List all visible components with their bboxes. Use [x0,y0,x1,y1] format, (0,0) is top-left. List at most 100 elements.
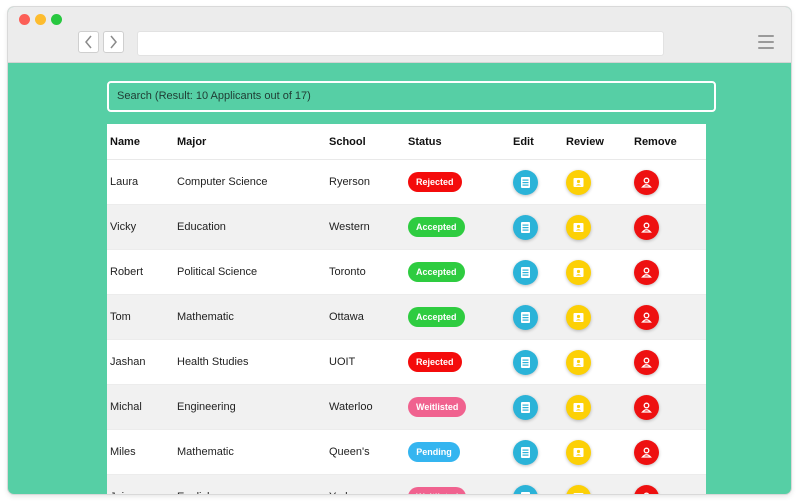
edit-cell [510,249,563,295]
edit-cell [510,294,563,340]
remove-button[interactable] [634,394,659,420]
review-button[interactable] [566,439,591,465]
minimize-window-button[interactable] [35,14,46,25]
review-cell [563,339,631,385]
edit-cell [510,384,563,430]
hamburger-menu-icon[interactable] [758,35,774,49]
review-cell [563,474,631,494]
status-badge: Rejected [408,352,462,372]
edit-button[interactable] [513,439,538,465]
review-button[interactable] [566,349,591,375]
review-button[interactable] [566,484,591,494]
edit-cell [510,339,563,385]
review-cell [563,204,631,250]
applicant-name: Tom [107,294,174,340]
table-row: Michal Engineering Waterloo Weitlisted [107,384,706,430]
applicant-school: York [326,474,405,494]
edit-button[interactable] [513,259,538,285]
review-cell [563,429,631,475]
remove-button[interactable] [634,214,659,240]
applicant-school: Queen's [326,429,405,475]
applicant-name: Miles [107,429,174,475]
document-icon [519,311,532,324]
review-cell [563,384,631,430]
user-icon [640,176,653,189]
user-icon [640,311,653,324]
back-button[interactable] [78,31,99,53]
address-bar[interactable] [137,31,664,56]
user-icon [640,221,653,234]
browser-window: Search (Result: 10 Applicants out of 17)… [8,7,791,494]
review-button[interactable] [566,304,591,330]
edit-button[interactable] [513,214,538,240]
remove-button[interactable] [634,484,659,494]
review-button[interactable] [566,214,591,240]
user-icon [640,401,653,414]
column-header-status: Status [405,124,510,160]
status-badge: Rejected [408,172,462,192]
remove-cell [631,159,706,205]
remove-button[interactable] [634,169,659,195]
remove-button[interactable] [634,439,659,465]
table-row: Tom Mathematic Ottawa Accepted [107,294,706,340]
document-icon [519,401,532,414]
column-header-name: Name [107,124,174,160]
applicant-major: English [174,474,326,494]
applicant-major: Engineering [174,384,326,430]
user-icon [640,446,653,459]
forward-button[interactable] [103,31,124,53]
document-icon [519,221,532,234]
chevron-left-icon [85,35,92,49]
document-icon [519,176,532,189]
status-cell: Accepted [405,249,510,295]
applicant-major: Education [174,204,326,250]
table-row: Miles Mathematic Queen's Pending [107,429,706,475]
remove-cell [631,384,706,430]
edit-button[interactable] [513,484,538,494]
edit-button[interactable] [513,349,538,375]
applicants-table: Name Major School Status Edit Review Rem… [107,124,706,494]
chevron-right-icon [110,35,117,49]
status-cell: Pending [405,429,510,475]
edit-button[interactable] [513,169,538,195]
id-card-icon [572,221,585,234]
applicant-school: Toronto [326,249,405,295]
table-header: Name Major School Status Edit Review Rem… [107,124,706,160]
remove-cell [631,339,706,385]
edit-cell [510,204,563,250]
close-window-button[interactable] [19,14,30,25]
review-button[interactable] [566,259,591,285]
column-header-major: Major [174,124,326,160]
search-bar[interactable]: Search (Result: 10 Applicants out of 17) [107,81,716,112]
id-card-icon [572,176,585,189]
status-badge: Accepted [408,217,465,237]
column-header-edit: Edit [510,124,563,160]
review-button[interactable] [566,169,591,195]
edit-button[interactable] [513,394,538,420]
document-icon [519,446,532,459]
remove-cell [631,204,706,250]
column-header-school: School [326,124,405,160]
review-cell [563,249,631,295]
status-cell: Rejected [405,339,510,385]
edit-button[interactable] [513,304,538,330]
document-icon [519,266,532,279]
review-button[interactable] [566,394,591,420]
id-card-icon [572,311,585,324]
applicant-name: Laura [107,159,174,205]
status-cell: Rejected [405,159,510,205]
remove-button[interactable] [634,259,659,285]
remove-button[interactable] [634,304,659,330]
review-cell [563,159,631,205]
applicant-name: Vicky [107,204,174,250]
applicant-name: Michal [107,384,174,430]
table-row: Laura Computer Science Ryerson Rejected [107,159,706,205]
maximize-window-button[interactable] [51,14,62,25]
applicant-school: Ottawa [326,294,405,340]
edit-cell [510,429,563,475]
remove-button[interactable] [634,349,659,375]
edit-cell [510,159,563,205]
id-card-icon [572,446,585,459]
remove-cell [631,294,706,340]
status-badge: Accepted [408,262,465,282]
